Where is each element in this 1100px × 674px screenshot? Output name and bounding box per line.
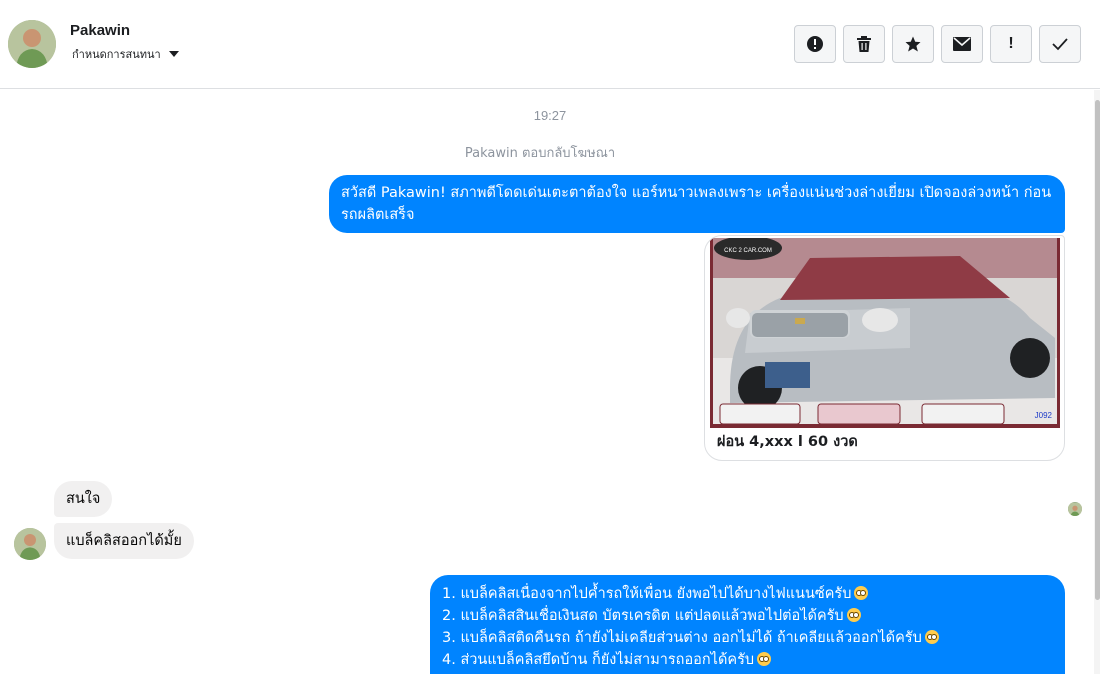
ad-card-title: ผ่อน 4,xxx l 60 งวด: [717, 434, 858, 450]
assign-label: กำหนดการสนทนา: [72, 48, 161, 61]
avatar[interactable]: [8, 20, 56, 68]
star-icon: [905, 36, 921, 52]
incoming-message: สนใจ: [54, 481, 113, 517]
emoji-icon: [924, 630, 939, 644]
assign-conversation-dropdown[interactable]: กำหนดการสนทนา: [72, 45, 179, 63]
incoming-message: แบล็คลิสออกได้มั้ย: [54, 523, 194, 559]
car-code: J092: [1035, 411, 1053, 420]
watermark-text: CKC 2 CAR.COM: [724, 248, 772, 254]
exclamation-icon: !: [1008, 35, 1014, 52]
list-item: 2. แบล็คลิสสินเชื่อเงินสด บัตรเครดิต แต่…: [442, 605, 1053, 627]
trash-icon: [857, 36, 871, 52]
mark-done-button[interactable]: [1039, 25, 1081, 63]
action-toolbar: !: [794, 25, 1081, 63]
mail-icon: [953, 37, 971, 51]
ad-card[interactable]: CKC 2 CAR.COM J092 ผ่อน 4,xxx l 60 งวด: [704, 235, 1065, 461]
chevron-down-icon: [168, 51, 179, 57]
report-button[interactable]: [794, 25, 836, 63]
list-item: 3. แบล็คลิสติดคืนรถ ถ้ายังไม่เคลียส่วนต่…: [442, 627, 1053, 649]
star-button[interactable]: [892, 25, 934, 63]
list-item: 1. แบล็คลิสเนื่องจากไปค้ำรถให้เพื่อน ยัง…: [442, 583, 1053, 605]
spam-button[interactable]: !: [990, 25, 1032, 63]
mark-unread-button[interactable]: [941, 25, 983, 63]
list-item: 4. ส่วนแบล็คลิสยึดบ้าน ก็ยังไม่สามารถออก…: [442, 649, 1053, 671]
outgoing-message: สวัสดี Pakawin! สภาพดีโดดเด่นเตะตาต้องใจ…: [329, 175, 1065, 233]
message-timestamp: 19:27: [533, 108, 567, 123]
emoji-icon: [854, 586, 869, 600]
system-note: Pakawin ตอบกลับโฆษณา: [464, 146, 616, 161]
emoji-icon: [846, 608, 861, 622]
emoji-icon: [757, 652, 772, 666]
car-image: CKC 2 CAR.COM J092: [710, 238, 1060, 428]
check-icon: [1052, 38, 1068, 51]
alert-circle-icon: [807, 36, 823, 52]
conversation-header: Pakawin กำหนดการสนทนา !: [0, 0, 1100, 89]
scrollbar-thumb[interactable]: [1095, 100, 1100, 600]
sender-avatar: [14, 528, 46, 560]
delete-button[interactable]: [843, 25, 885, 63]
contact-name: Pakawin: [70, 22, 131, 39]
seen-indicator-avatar: [1068, 502, 1082, 516]
outgoing-message-list: 1. แบล็คลิสเนื่องจากไปค้ำรถให้เพื่อน ยัง…: [430, 575, 1065, 674]
